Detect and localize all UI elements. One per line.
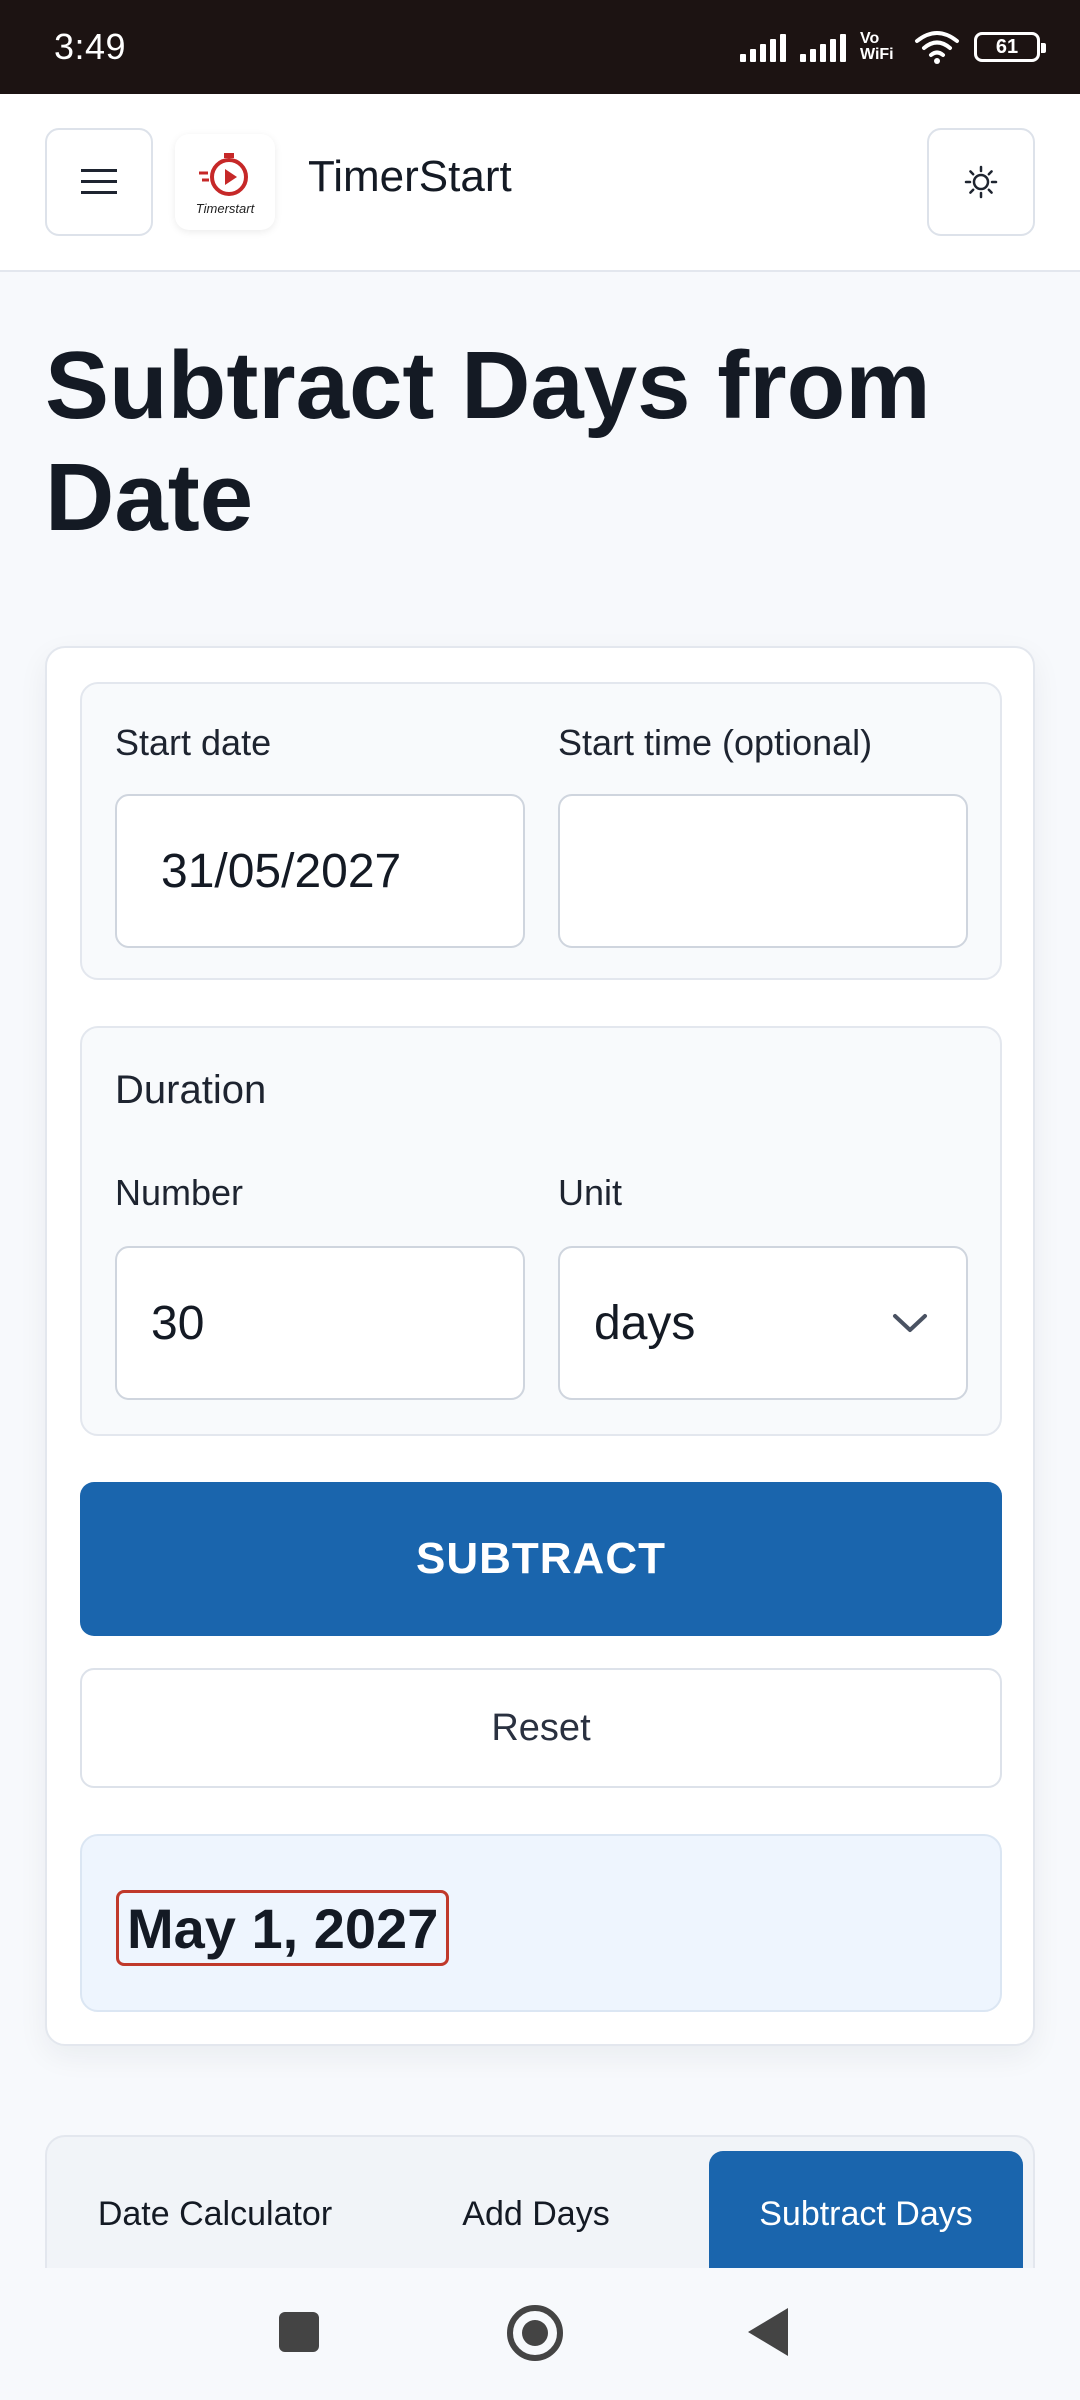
home-icon[interactable] — [507, 2305, 563, 2361]
app-header: Timerstart TimerStart — [0, 94, 1080, 272]
calculator-card: Start date Start time (optional) 31/05/2… — [45, 646, 1035, 2046]
battery-icon: 61 — [974, 32, 1046, 62]
menu-icon — [81, 169, 117, 194]
app-title[interactable]: TimerStart — [308, 152, 512, 202]
sun-icon — [964, 165, 998, 199]
stopwatch-icon — [199, 152, 248, 196]
result-panel: May 1, 2027 — [80, 1834, 1002, 2012]
app-logo[interactable]: Timerstart — [175, 134, 275, 230]
page-title: Subtract Days from Date — [45, 332, 931, 551]
start-date-value: 31/05/2027 — [161, 844, 402, 898]
battery-level: 61 — [995, 35, 1019, 58]
wifi-icon — [915, 31, 959, 64]
start-panel: Start date Start time (optional) 31/05/2… — [80, 682, 1002, 980]
tab-date-calculator[interactable]: Date Calculator — [47, 2151, 383, 2273]
tab-add-days[interactable]: Add Days — [383, 2151, 689, 2273]
chevron-down-icon — [893, 1314, 927, 1332]
status-time: 3:49 — [54, 26, 127, 67]
start-date-label: Start date — [115, 722, 272, 763]
status-bar: 3:49 Vo WiFi 61 — [0, 0, 1080, 94]
vowifi-label: Vo WiFi — [860, 30, 894, 63]
menu-button[interactable] — [45, 128, 153, 236]
theme-toggle-button[interactable] — [927, 128, 1035, 236]
signal-icon — [800, 32, 846, 62]
system-nav-bar — [0, 2268, 1080, 2400]
recents-icon[interactable] — [279, 2312, 319, 2352]
reset-button[interactable]: Reset — [80, 1668, 1002, 1788]
logo-text: Timerstart — [195, 200, 255, 216]
unit-select[interactable]: days — [558, 1246, 968, 1400]
number-label: Number — [115, 1172, 244, 1213]
start-date-input[interactable]: 31/05/2027 — [115, 794, 525, 948]
signal-icon — [740, 32, 786, 62]
duration-heading: Duration — [115, 1068, 267, 1112]
subtract-button[interactable]: SUBTRACT — [80, 1482, 1002, 1636]
back-icon[interactable] — [748, 2308, 788, 2356]
start-time-input[interactable] — [558, 794, 968, 948]
status-icons: Vo WiFi 61 — [740, 22, 1046, 72]
unit-value: days — [594, 1296, 696, 1350]
result-value: May 1, 2027 — [116, 1890, 450, 1966]
tab-subtract-days[interactable]: Subtract Days — [709, 2151, 1023, 2273]
start-time-label: Start time (optional) — [558, 722, 873, 763]
number-value: 30 — [151, 1296, 205, 1350]
unit-label: Unit — [558, 1172, 623, 1213]
duration-panel: Duration Number Unit 30 days — [80, 1026, 1002, 1436]
calculator-tabs: Date Calculator Add Days Subtract Days — [45, 2135, 1035, 2275]
number-input[interactable]: 30 — [115, 1246, 525, 1400]
